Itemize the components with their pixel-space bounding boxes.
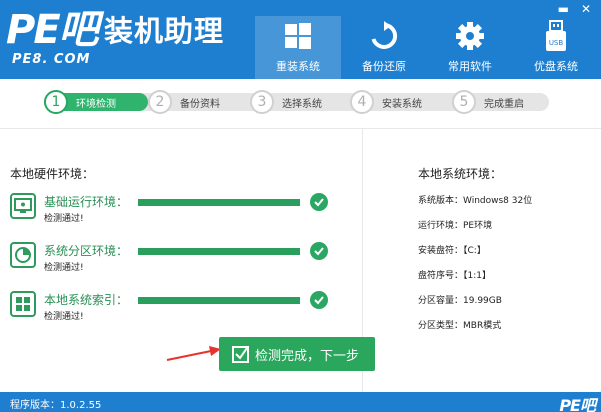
usb-icon: USB [543,18,569,54]
app-name: 装机助理 [104,14,225,48]
hardware-title: 本地硬件环境： [10,167,95,181]
step-label: 安装系统 [382,98,422,110]
window-controls: ▬ ✕ [558,3,591,15]
step-label: 环境检测 [76,98,116,110]
app-domain: PE8. COM [12,52,91,67]
red-arrow-icon [166,346,221,361]
main-nav: 重装系统 备份还原 常用软件 USB 优盘系统 [255,16,599,79]
next-step-label: 检测完成，下一步 [255,348,360,364]
check-status: 检测通过! [44,312,84,322]
computer-icon [10,193,36,219]
partition-type: 分区类型：MBR模式 [418,321,502,331]
footer-logo: PE吧 [559,396,596,412]
check-status: 检测通过! [44,263,84,273]
checkmark-icon [310,242,328,260]
step-1: 1 环境检测 [44,90,116,114]
partition-size: 分区容量：19.99GB [418,296,502,306]
check-name: 本地系统索引： [44,293,129,307]
step-progress: 1 环境检测 2 备份资料 3 选择系统 4 安装系统 5 完成重启 [44,90,549,114]
check-name: 系统分区环境： [44,244,129,258]
minimize-icon[interactable]: ▬ [558,3,569,15]
nav-common-software[interactable]: 常用软件 [427,16,513,79]
system-title: 本地系统环境： [418,167,503,181]
step-3: 3 选择系统 [250,90,322,114]
footer: 程序版本：1.0.2.55 PE吧 [0,392,601,412]
next-step-button[interactable]: 检测完成，下一步 [219,337,375,371]
nav-backup-restore[interactable]: 备份还原 [341,16,427,79]
windows-logo-icon [10,291,36,317]
svg-text:USB: USB [549,39,564,47]
logo-mark: PE吧 [6,7,99,53]
checkmark-icon [310,193,328,211]
nav-usb-system[interactable]: USB 优盘系统 [513,16,599,79]
check-progress-bar [138,248,300,255]
step-number: 5 [452,90,476,114]
step-label: 选择系统 [282,98,322,110]
close-icon[interactable]: ✕ [581,3,591,15]
drive-index: 盘符序号：【1:1】 [418,271,491,281]
horizontal-divider [0,128,601,129]
checkbox-icon [232,345,249,363]
system-version: 系统版本：Windows8 32位 [418,196,533,206]
step-5: 5 完成重启 [452,90,524,114]
version-text: 程序版本：1.0.2.55 [10,400,102,411]
step-number: 3 [250,90,274,114]
step-number: 2 [148,90,172,114]
check-name: 基础运行环境： [44,195,129,209]
step-number: 4 [350,90,374,114]
nav-label: 常用软件 [448,60,492,73]
gear-icon [455,18,485,54]
check-progress-bar [138,199,300,206]
step-4: 4 安装系统 [350,90,422,114]
step-label: 备份资料 [180,98,220,110]
step-label: 完成重启 [484,98,524,110]
install-drive: 安装盘符：【C:】 [418,246,486,256]
step-2: 2 备份资料 [148,90,220,114]
header: PE吧 装机助理 PE8. COM ▬ ✕ 重装系统 备份还原 常用软件 USB… [0,0,601,79]
check-progress-bar [138,297,300,304]
checkmark-icon [310,291,328,309]
step-number: 1 [44,90,68,114]
refresh-icon [369,18,399,54]
nav-label: 备份还原 [362,60,406,73]
check-status: 检测通过! [44,214,84,224]
nav-label: 优盘系统 [534,60,578,73]
nav-reinstall-system[interactable]: 重装系统 [255,16,341,79]
windows-icon [284,18,312,54]
runtime-env: 运行环境：PE环境 [418,221,493,231]
nav-label: 重装系统 [276,60,320,73]
pie-chart-icon [10,242,36,268]
